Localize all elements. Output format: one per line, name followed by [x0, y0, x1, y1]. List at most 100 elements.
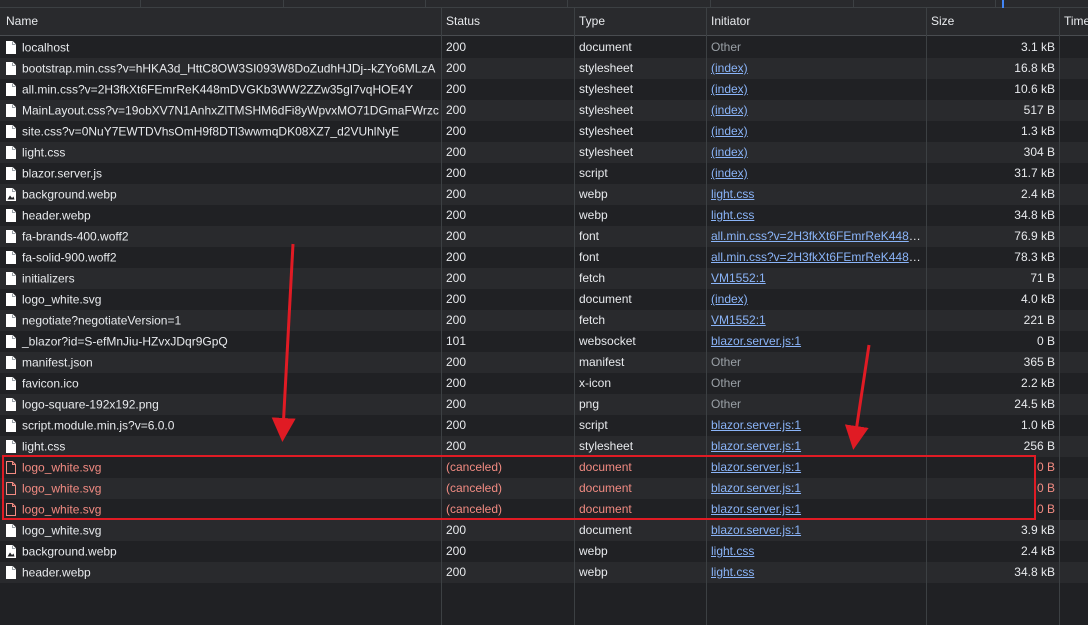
request-name-cell[interactable]: manifest.json: [0, 352, 441, 373]
request-row[interactable]: logo-square-192x192.png 200 png Other 24.5 k…: [0, 394, 1088, 415]
request-initiator-link[interactable]: light.css: [711, 544, 754, 558]
request-row[interactable]: negotiate?negotiateVersion=1 200 fetch VM15…: [0, 310, 1088, 331]
request-name-cell[interactable]: _blazor?id=S-efMnJiu-HZvxJDqr9GpQ: [0, 331, 441, 352]
request-status: 200: [446, 376, 467, 390]
request-initiator-link[interactable]: (index): [711, 145, 748, 159]
request-initiator-link[interactable]: blazor.server.js:1: [711, 439, 801, 453]
request-row[interactable]: _blazor?id=S-efMnJiu-HZvxJDqr9GpQ 101 webs…: [0, 331, 1088, 352]
request-initiator-link[interactable]: (index): [711, 166, 748, 180]
request-name-cell[interactable]: fa-solid-900.woff2: [0, 247, 441, 268]
request-row[interactable]: fa-solid-900.woff2 200 font all.min.css?v=2…: [0, 247, 1088, 268]
request-name-cell[interactable]: MainLayout.css?v=19obXV7N1AnhxZlTMSHM6dF…: [0, 100, 441, 121]
request-name-cell[interactable]: background.webp: [0, 541, 441, 562]
request-row[interactable]: logo_white.svg (canceled) document blazor.s…: [0, 478, 1088, 499]
request-row[interactable]: background.webp 200 webp light.css 2.4 kB: [0, 541, 1088, 562]
column-header-type[interactable]: Type: [575, 8, 707, 35]
request-initiator-link[interactable]: blazor.server.js:1: [711, 334, 801, 348]
column-header-size[interactable]: Size: [927, 8, 1059, 35]
request-name: fa-solid-900.woff2: [22, 250, 117, 265]
request-initiator-link[interactable]: (index): [711, 292, 748, 306]
document-icon: [6, 250, 16, 265]
request-name-cell[interactable]: light.css: [0, 436, 441, 457]
request-initiator-link[interactable]: VM1552:1: [711, 313, 766, 327]
request-status: 200: [446, 208, 467, 222]
document-icon: [6, 40, 16, 55]
request-name-cell[interactable]: favicon.ico: [0, 373, 441, 394]
request-row[interactable]: logo_white.svg (canceled) document blazor.s…: [0, 457, 1088, 478]
request-initiator-link[interactable]: (index): [711, 61, 748, 75]
request-name: script.module.min.js?v=6.0.0: [22, 418, 175, 433]
request-name-cell[interactable]: logo_white.svg: [0, 499, 441, 520]
request-row[interactable]: bootstrap.min.css?v=hHKA3d_HttC8OW3SI093…: [0, 58, 1088, 79]
column-header-initiator[interactable]: Initiator: [707, 8, 927, 35]
column-divider[interactable]: [926, 8, 927, 625]
request-time: [1060, 457, 1088, 478]
request-name-cell[interactable]: header.webp: [0, 562, 441, 583]
column-header-time[interactable]: Time: [1060, 8, 1088, 35]
request-initiator-link[interactable]: blazor.server.js:1: [711, 460, 801, 474]
request-row[interactable]: logo_white.svg 200 document blazor.server.j…: [0, 520, 1088, 541]
request-type: document: [579, 481, 632, 495]
request-name-cell[interactable]: light.css: [0, 142, 441, 163]
request-row[interactable]: MainLayout.css?v=19obXV7N1AnhxZlTMSHM6dF…: [0, 100, 1088, 121]
request-name-cell[interactable]: logo-square-192x192.png: [0, 394, 441, 415]
request-initiator-link[interactable]: (index): [711, 82, 748, 96]
request-row[interactable]: site.css?v=0NuY7EWTDVhsOmH9f8DTl3wwmqDK0…: [0, 121, 1088, 142]
request-name-cell[interactable]: script.module.min.js?v=6.0.0: [0, 415, 441, 436]
request-initiator-link[interactable]: light.css: [711, 565, 754, 579]
request-row[interactable]: initializers 200 fetch VM1552:1 71 B: [0, 268, 1088, 289]
request-row[interactable]: favicon.ico 200 x-icon Other 2.2 kB: [0, 373, 1088, 394]
request-row[interactable]: script.module.min.js?v=6.0.0 200 script bla…: [0, 415, 1088, 436]
request-name-cell[interactable]: site.css?v=0NuY7EWTDVhsOmH9f8DTl3wwmqDK0…: [0, 121, 441, 142]
request-initiator-link[interactable]: light.css: [711, 187, 754, 201]
request-name-cell[interactable]: bootstrap.min.css?v=hHKA3d_HttC8OW3SI093…: [0, 58, 441, 79]
column-header-name[interactable]: Name: [0, 8, 441, 35]
request-row[interactable]: logo_white.svg (canceled) document blazor.s…: [0, 499, 1088, 520]
request-row[interactable]: blazor.server.js 200 script (index) 31.7 kB: [0, 163, 1088, 184]
request-name-cell[interactable]: background.webp: [0, 184, 441, 205]
request-initiator-link[interactable]: blazor.server.js:1: [711, 418, 801, 432]
column-divider[interactable]: [574, 8, 575, 625]
request-name-cell[interactable]: header.webp: [0, 205, 441, 226]
request-initiator-link[interactable]: (index): [711, 103, 748, 117]
request-name-cell[interactable]: logo_white.svg: [0, 478, 441, 499]
request-row[interactable]: header.webp 200 webp light.css 34.8 kB: [0, 562, 1088, 583]
request-name-cell[interactable]: logo_white.svg: [0, 457, 441, 478]
request-row[interactable]: header.webp 200 webp light.css 34.8 kB: [0, 205, 1088, 226]
request-initiator-link[interactable]: VM1552:1: [711, 271, 766, 285]
column-header-status[interactable]: Status: [442, 8, 575, 35]
request-initiator-link[interactable]: blazor.server.js:1: [711, 523, 801, 537]
request-name-cell[interactable]: logo_white.svg: [0, 289, 441, 310]
request-name-cell[interactable]: fa-brands-400.woff2: [0, 226, 441, 247]
request-initiator-link[interactable]: all.min.css?v=2H3fkXt6FEmrReK448m...: [711, 229, 927, 243]
timeline-overview[interactable]: [0, 0, 1088, 8]
document-icon: [6, 523, 16, 538]
request-name-cell[interactable]: localhost: [0, 37, 441, 58]
request-name-cell[interactable]: logo_white.svg: [0, 520, 441, 541]
request-row[interactable]: light.css 200 stylesheet blazor.server.js:1…: [0, 436, 1088, 457]
request-status: 200: [446, 166, 467, 180]
request-name: background.webp: [22, 544, 117, 559]
request-row[interactable]: localhost 200 document Other 3.1 kB: [0, 37, 1088, 58]
request-row[interactable]: all.min.css?v=2H3fkXt6FEmrReK448mDVGKb3W…: [0, 79, 1088, 100]
request-row[interactable]: light.css 200 stylesheet (index) 304 B: [0, 142, 1088, 163]
request-initiator: Other: [711, 397, 742, 411]
request-size: 10.6 kB: [1014, 82, 1055, 96]
request-name-cell[interactable]: negotiate?negotiateVersion=1: [0, 310, 441, 331]
column-divider[interactable]: [706, 8, 707, 625]
request-initiator-link[interactable]: blazor.server.js:1: [711, 502, 801, 516]
request-row[interactable]: manifest.json 200 manifest Other 365 B: [0, 352, 1088, 373]
request-name-cell[interactable]: all.min.css?v=2H3fkXt6FEmrReK448mDVGKb3W…: [0, 79, 441, 100]
column-divider[interactable]: [1059, 8, 1060, 625]
request-initiator-link[interactable]: all.min.css?v=2H3fkXt6FEmrReK448m...: [711, 250, 927, 264]
request-initiator-link[interactable]: light.css: [711, 208, 754, 222]
request-row[interactable]: fa-brands-400.woff2 200 font all.min.css?v=…: [0, 226, 1088, 247]
column-divider[interactable]: [441, 8, 442, 625]
request-row[interactable]: background.webp 200 webp light.css 2.4 kB: [0, 184, 1088, 205]
request-name-cell[interactable]: initializers: [0, 268, 441, 289]
request-row[interactable]: logo_white.svg 200 document (index) 4.0 kB: [0, 289, 1088, 310]
request-initiator-link[interactable]: (index): [711, 124, 748, 138]
request-initiator-link[interactable]: blazor.server.js:1: [711, 481, 801, 495]
request-name-cell[interactable]: blazor.server.js: [0, 163, 441, 184]
request-time: [1060, 394, 1088, 415]
